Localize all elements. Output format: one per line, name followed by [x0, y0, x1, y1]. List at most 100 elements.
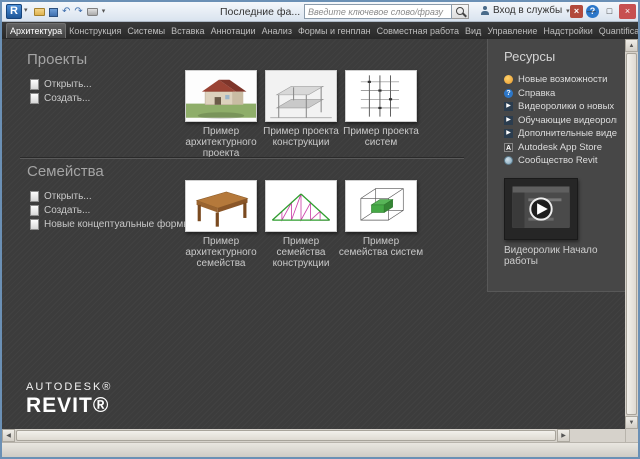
resources-panel: Ресурсы Новые возможности ? Справка ▶ Ви… [487, 39, 625, 292]
projects-open-link[interactable]: Открыть... [30, 79, 92, 90]
project-sample-structure-thumb[interactable] [265, 70, 337, 122]
whats-new-icon [504, 75, 513, 84]
video-icon: ▶ [504, 129, 513, 138]
family-sample-architecture-thumb[interactable] [185, 180, 257, 232]
maximize-button[interactable]: □ [601, 4, 618, 19]
project-sample-architecture-thumb[interactable] [185, 70, 257, 122]
tab-architecture[interactable]: Архитектура [6, 23, 66, 38]
search-input[interactable] [304, 4, 452, 19]
families-new-label: Создать... [44, 205, 90, 216]
open-icon[interactable] [34, 8, 45, 16]
resources-header: Ресурсы [504, 49, 617, 64]
resource-label: Дополнительные видеоролики [518, 128, 617, 139]
tab-addins[interactable]: Надстройки [540, 24, 595, 38]
resource-link-training-videos[interactable]: ▶ Обучающие видеоролики [504, 114, 617, 128]
house-image [186, 71, 256, 121]
autodesk-revit-logo: AUTODESK® REVIT® [26, 381, 112, 418]
project-sample-systems-thumb[interactable] [345, 70, 417, 122]
families-open-link[interactable]: Открыть... [30, 191, 92, 202]
structure-image [266, 71, 336, 121]
tab-view[interactable]: Вид [462, 24, 484, 38]
scrollbar-corner [625, 429, 638, 442]
tab-systems[interactable]: Системы [124, 24, 168, 38]
resource-label: Обучающие видеоролики [518, 115, 617, 126]
family-sample-systems-thumb[interactable] [345, 180, 417, 232]
resource-link-help[interactable]: ? Справка [504, 87, 617, 101]
scroll-down-icon[interactable]: ▼ [625, 416, 638, 429]
save-icon[interactable] [49, 8, 58, 17]
project-sample-architecture-label[interactable]: Пример архитектурного проекта [177, 126, 265, 159]
tab-structure[interactable]: Конструкция [66, 24, 124, 38]
section-divider [20, 158, 464, 159]
scroll-up-icon[interactable]: ▲ [625, 39, 638, 52]
close-button[interactable]: × [619, 4, 636, 19]
resource-link-app-store[interactable]: A Autodesk App Store [504, 141, 617, 155]
resource-link-community[interactable]: Сообщество Revit [504, 154, 617, 168]
window-controls: — □ × [583, 4, 636, 19]
vertical-scrollbar[interactable]: ▲ ▼ [625, 39, 638, 429]
document-icon [30, 79, 39, 90]
resource-link-new-feature-videos[interactable]: ▶ Видеоролики о новых функциях [504, 100, 617, 114]
tab-quantification[interactable]: Quantification [596, 24, 640, 38]
families-new-conceptual-label: Новые концептуальные формы... [44, 219, 199, 230]
tab-collaborate[interactable]: Совместная работа [374, 24, 462, 38]
community-globe-icon [504, 156, 513, 165]
redo-icon[interactable]: ↷ [74, 4, 82, 20]
titlebar: R ▾ ↶ ↷ ▾ Последние фа... Вход в службы … [2, 2, 638, 22]
resource-link-whats-new[interactable]: Новые возможности [504, 73, 617, 87]
project-sample-systems-label[interactable]: Пример проекта систем [337, 126, 425, 148]
family-sample-systems-label[interactable]: Пример семейства систем [337, 236, 425, 258]
riser-diagram-image [346, 71, 416, 121]
tab-massing-site[interactable]: Формы и генплан [295, 24, 374, 38]
horizontal-scrollbar-thumb[interactable] [16, 430, 556, 441]
family-sample-architecture-label[interactable]: Пример архитектурного семейства [177, 236, 265, 269]
status-bar [2, 442, 638, 457]
minimize-button[interactable]: — [583, 4, 600, 19]
projects-new-link[interactable]: Создать... [30, 93, 90, 104]
projects-open-label: Открыть... [44, 79, 92, 90]
scroll-right-icon[interactable]: ▶ [557, 429, 570, 442]
quick-access-toolbar: ↶ ↷ ▾ [34, 4, 105, 20]
qat-customize-caret-icon[interactable]: ▾ [102, 4, 106, 20]
search-area [304, 4, 469, 19]
projects-new-label: Создать... [44, 93, 90, 104]
scroll-left-icon[interactable]: ◀ [2, 429, 15, 442]
tab-annotate[interactable]: Аннотации [208, 24, 259, 38]
getting-started-video-label[interactable]: Видеоролик Начало работы [504, 245, 604, 267]
document-icon [30, 191, 39, 202]
truss-image [266, 181, 336, 231]
tab-analyze[interactable]: Анализ [259, 24, 295, 38]
wireframe-box-image [346, 181, 416, 231]
horizontal-scrollbar[interactable]: ◀ ▶ [2, 429, 638, 442]
ribbon-tab-bar: Архитектура Конструкция Системы Вставка … [2, 22, 638, 39]
resource-link-additional-videos[interactable]: ▶ Дополнительные видеоролики [504, 127, 617, 141]
family-sample-structure-thumb[interactable] [265, 180, 337, 232]
document-icon [30, 205, 39, 216]
families-new-conceptual-link[interactable]: Новые концептуальные формы... [30, 219, 199, 230]
table-image [186, 181, 256, 231]
print-icon[interactable] [87, 8, 98, 16]
document-icon [30, 93, 39, 104]
resource-label: Autodesk App Store [518, 142, 602, 153]
tab-manage[interactable]: Управление [484, 24, 540, 38]
resource-label: Справка [518, 88, 555, 99]
signin-label: Вход в службы [493, 5, 562, 16]
getting-started-video-thumb[interactable] [504, 178, 578, 240]
app-menu-caret-icon[interactable]: ▾ [24, 6, 28, 14]
project-sample-structure-label[interactable]: Пример проекта конструкции [257, 126, 345, 148]
revit-wordmark: REVIT® [26, 394, 112, 418]
window-title: Последние фа... [220, 6, 300, 18]
app-menu-button[interactable]: R [6, 4, 22, 19]
exchange-apps-icon[interactable]: × [570, 5, 583, 18]
help-icon: ? [504, 89, 513, 98]
search-binoculars-icon[interactable] [452, 4, 469, 19]
undo-icon[interactable]: ↶ [62, 4, 70, 20]
family-sample-structure-label[interactable]: Пример семейства конструкции [257, 236, 345, 269]
signin-button[interactable]: Вход в службы ▾ [480, 5, 570, 16]
tab-insert[interactable]: Вставка [168, 24, 207, 38]
vertical-scrollbar-thumb[interactable] [626, 53, 637, 415]
families-open-label: Открыть... [44, 191, 92, 202]
video-icon: ▶ [504, 116, 513, 125]
resource-label: Сообщество Revit [518, 155, 597, 166]
families-new-link[interactable]: Создать... [30, 205, 90, 216]
